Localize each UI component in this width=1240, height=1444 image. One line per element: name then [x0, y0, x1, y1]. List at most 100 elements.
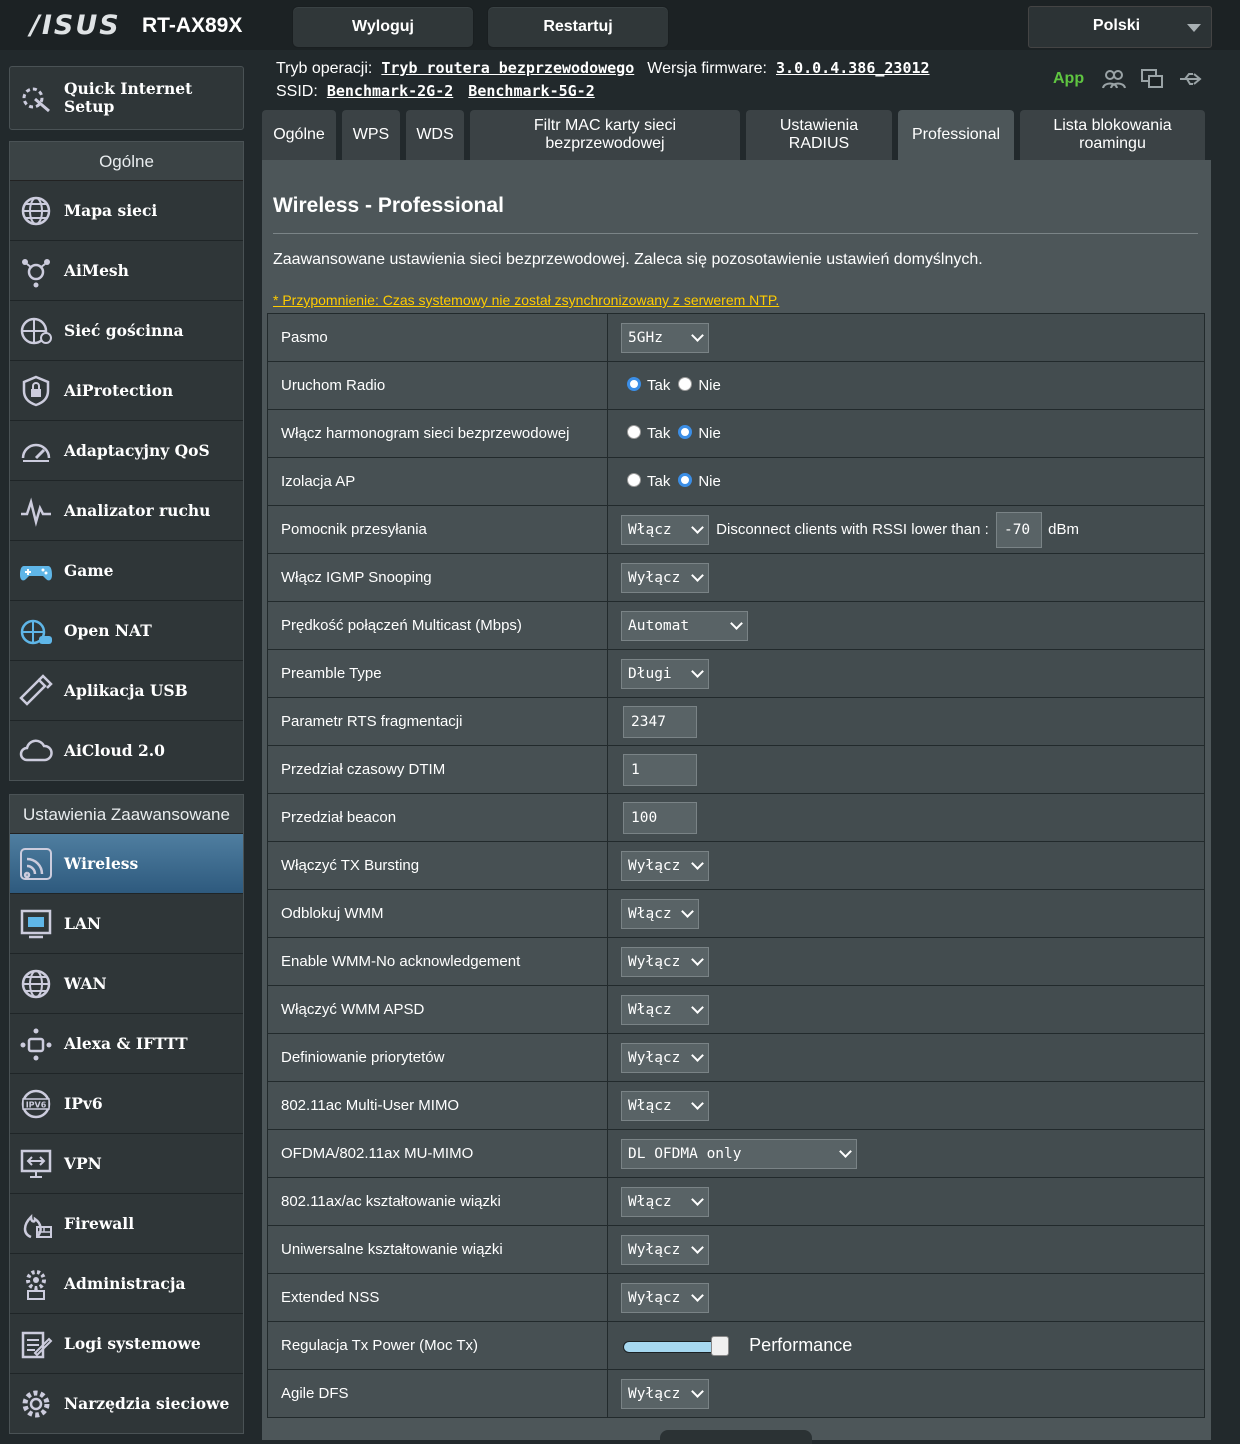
- ssid-2g-link[interactable]: Benchmark-2G-2: [327, 82, 453, 100]
- language-select[interactable]: Polski: [1028, 6, 1212, 48]
- sidebar-item-vpn[interactable]: VPN: [10, 1134, 243, 1194]
- sidebar-item-label: VPN: [64, 1154, 102, 1173]
- quick-internet-setup-button[interactable]: Quick Internet Setup: [9, 66, 244, 130]
- wmm-no-ack-select[interactable]: Wyłącz: [621, 946, 709, 977]
- ap-isolation-radio-no[interactable]: [678, 472, 693, 487]
- mesh-icon: [22, 258, 50, 287]
- sidebar-item-label: Alexa & IFTTT: [64, 1034, 188, 1053]
- dropdown-arrow-icon: [1187, 24, 1201, 32]
- tab-wds[interactable]: WDS: [406, 110, 464, 160]
- ofdma-select[interactable]: DL OFDMA only: [621, 1138, 857, 1169]
- ipv6-globe-icon: IPV6: [21, 1089, 51, 1118]
- select-value: Włącz: [628, 1001, 672, 1018]
- radio-label: Nie: [698, 425, 721, 443]
- rts-threshold-input[interactable]: 2347: [623, 705, 697, 738]
- app-link[interactable]: App: [1053, 70, 1084, 88]
- roaming-assistant-select[interactable]: Włącz: [621, 514, 709, 545]
- tx-bursting-select[interactable]: Wyłącz: [621, 850, 709, 881]
- multicast-rate-select[interactable]: Automat: [621, 610, 748, 641]
- devices-icon[interactable]: [1140, 68, 1164, 90]
- tab-professional[interactable]: Professional: [898, 110, 1014, 160]
- row-label: Enable WMM-No acknowledgement: [267, 937, 608, 986]
- top-bar: /ISUS RT-AX89X Wyloguj Restartuj Polski: [0, 0, 1240, 50]
- radio-on-no[interactable]: [678, 376, 693, 391]
- chevron-down-icon: [691, 1289, 704, 1302]
- sidebar-item-traffic-analyzer[interactable]: Analizator ruchu: [10, 481, 243, 541]
- radio-on-yes[interactable]: [627, 376, 641, 391]
- tab-radius[interactable]: Ustawienia RADIUS: [746, 110, 892, 160]
- clients-icon[interactable]: [1102, 68, 1126, 90]
- tab-general[interactable]: Ogólne: [262, 110, 336, 160]
- chevron-down-icon: [839, 1145, 852, 1158]
- chevron-down-icon: [691, 1241, 704, 1254]
- chevron-down-icon: [691, 857, 704, 870]
- mode-link[interactable]: Tryb routera bezprzewodowego: [381, 59, 634, 77]
- igmp-snooping-select[interactable]: Wyłącz: [621, 562, 709, 593]
- row-label: OFDMA/802.11ax MU-MIMO: [267, 1129, 608, 1178]
- sidebar-item-network-map[interactable]: Mapa sieci: [10, 181, 243, 241]
- sidebar-item-wan[interactable]: WAN: [10, 954, 243, 1014]
- sidebar-item-label: Open NAT: [64, 621, 152, 640]
- settings-row: OFDMA/802.11ax MU-MIMO DL OFDMA only: [267, 1129, 1205, 1178]
- tab-wps[interactable]: WPS: [342, 110, 400, 160]
- sidebar-item-alexa-ifttt[interactable]: Alexa & IFTTT: [10, 1014, 243, 1074]
- schedule-radio-no[interactable]: [678, 424, 693, 439]
- sidebar-item-aimesh[interactable]: AiMesh: [10, 241, 243, 301]
- band-select[interactable]: 5GHz: [621, 322, 709, 353]
- lan-port-icon: [20, 909, 52, 938]
- shield-lock-icon: [22, 375, 50, 406]
- priority-select[interactable]: Wyłącz: [621, 1042, 709, 1073]
- row-label: Parametr RTS fragmentacji: [267, 697, 608, 746]
- firmware-label: Wersja firmware:: [647, 60, 767, 77]
- sidebar-item-wireless[interactable]: Wireless: [10, 834, 243, 894]
- sidebar-item-open-nat[interactable]: Open NAT: [10, 601, 243, 661]
- tab-mac-filter[interactable]: Filtr MAC karty sieci bezprzewodowej: [470, 110, 740, 160]
- restart-button[interactable]: Restartuj: [487, 6, 669, 48]
- apply-button-edge[interactable]: [660, 1430, 812, 1444]
- sidebar-item-aicloud[interactable]: AiCloud 2.0: [10, 721, 243, 780]
- sidebar-item-adaptive-qos[interactable]: Adaptacyjny QoS: [10, 421, 243, 481]
- sidebar-item-aiprotection[interactable]: AiProtection: [10, 361, 243, 421]
- tab-roaming-block-list[interactable]: Lista blokowania roamingu: [1020, 110, 1205, 160]
- preamble-type-select[interactable]: Długi: [621, 658, 709, 689]
- settings-row: Przedział czasowy DTIM 1: [267, 745, 1205, 794]
- select-value: Włącz: [628, 1193, 672, 1210]
- mode-label: Tryb operacji:: [276, 60, 373, 77]
- firmware-link[interactable]: 3.0.0.4.386_23012: [776, 59, 930, 77]
- sidebar-item-system-log[interactable]: Logi systemowe: [10, 1314, 243, 1374]
- universal-beamforming-select[interactable]: Wyłącz: [621, 1234, 709, 1265]
- sidebar-item-game[interactable]: Game: [10, 541, 243, 601]
- sidebar-item-ipv6[interactable]: IPV6 IPv6: [10, 1074, 243, 1134]
- wmm-select[interactable]: Włącz: [621, 898, 699, 929]
- extended-nss-select[interactable]: Wyłącz: [621, 1282, 709, 1313]
- agile-dfs-select[interactable]: Wyłącz: [621, 1378, 709, 1409]
- usb-icon[interactable]: [1178, 68, 1202, 90]
- beacon-interval-input[interactable]: 100: [623, 801, 697, 834]
- smart-home-icon: [20, 1028, 52, 1060]
- sidebar-item-usb-application[interactable]: Aplikacja USB: [10, 661, 243, 721]
- logout-button[interactable]: Wyloguj: [292, 6, 474, 48]
- qis-label-line1: Quick Internet: [64, 79, 193, 98]
- beamforming-select[interactable]: Włącz: [621, 1186, 709, 1217]
- sidebar-item-firewall[interactable]: Firewall: [10, 1194, 243, 1254]
- ntp-warning-link[interactable]: * Przypomnienie: Czas systemowy nie zost…: [273, 292, 779, 308]
- schedule-radio-yes[interactable]: [627, 424, 641, 439]
- wmm-apsd-select[interactable]: Włącz: [621, 994, 709, 1025]
- sidebar-item-administration[interactable]: Administracja: [10, 1254, 243, 1314]
- mu-mimo-select[interactable]: Włącz: [621, 1090, 709, 1121]
- sidebar-item-guest-network[interactable]: Sieć gościnna: [10, 301, 243, 361]
- sidebar-item-lan[interactable]: LAN: [10, 894, 243, 954]
- sidebar-item-label: Aplikacja USB: [64, 681, 188, 700]
- slider-thumb[interactable]: [711, 1335, 729, 1356]
- row-label: Izolacja AP: [267, 457, 608, 506]
- rssi-input[interactable]: -70: [995, 511, 1042, 548]
- sidebar-item-label: AiCloud 2.0: [64, 741, 165, 760]
- sidebar-item-network-tools[interactable]: Narzędzia sieciowe: [10, 1374, 243, 1433]
- dtim-interval-input[interactable]: 1: [623, 753, 697, 786]
- guest-globe-icon: [20, 317, 52, 344]
- ssid-5g-link[interactable]: Benchmark-5G-2: [468, 82, 594, 100]
- tx-power-slider[interactable]: [623, 1335, 729, 1356]
- qis-label-line2: Setup: [64, 97, 115, 116]
- row-label: Agile DFS: [267, 1369, 608, 1418]
- ap-isolation-radio-yes[interactable]: [627, 472, 641, 487]
